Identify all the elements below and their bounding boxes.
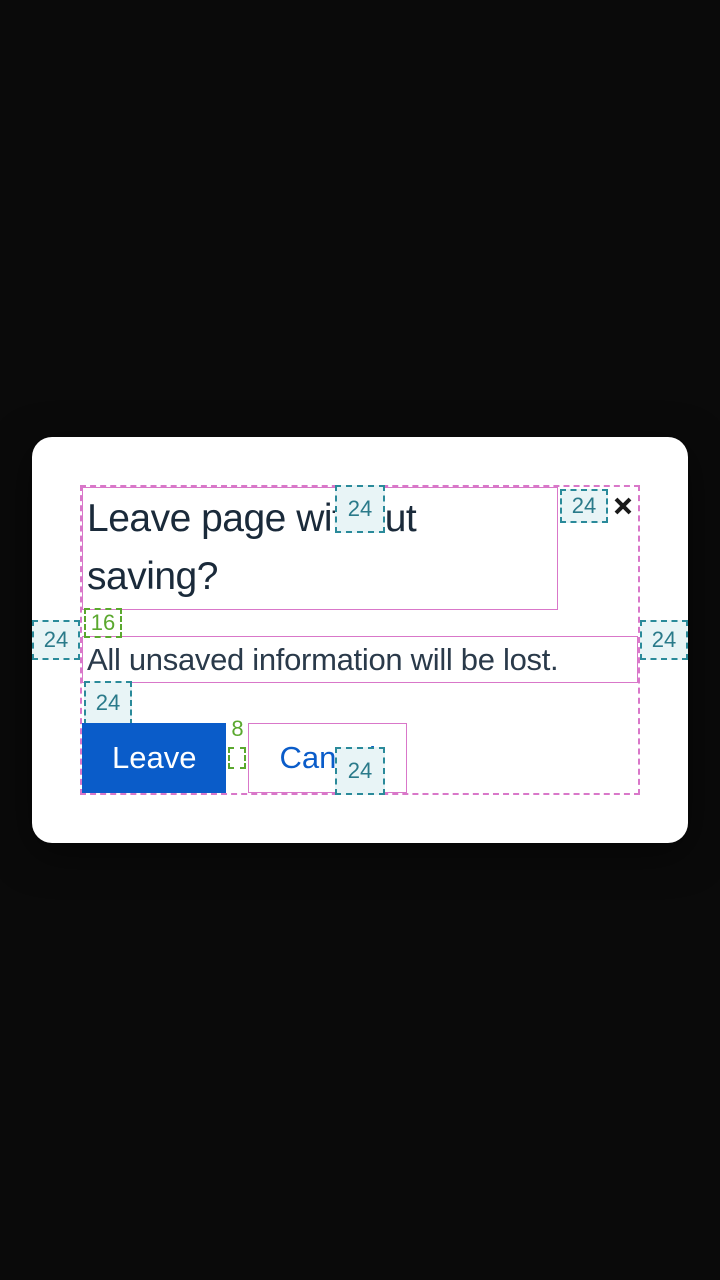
- padding-guide-left: 24: [32, 620, 80, 660]
- modal-body: All unsaved information will be lost.: [87, 638, 633, 681]
- padding-guide-top: 24: [335, 485, 385, 533]
- close-button[interactable]: [610, 493, 636, 519]
- gap-guide-body-buttons: 24: [84, 681, 132, 725]
- gap-value: 8: [231, 716, 243, 742]
- button-gap-guide: 8: [226, 740, 248, 776]
- padding-guide-right: 24: [640, 620, 688, 660]
- close-gap-guide: 24: [560, 489, 608, 523]
- body-container: All unsaved information will be lost.: [82, 636, 638, 683]
- modal-inner: 24 24 24 24 24 Leave page wit: [32, 485, 688, 795]
- padding-value: 24: [652, 627, 676, 653]
- gap-value: 24: [96, 690, 120, 716]
- padding-value: 24: [348, 496, 372, 522]
- padding-value: 24: [44, 627, 68, 653]
- margin-value: 16: [91, 610, 115, 636]
- gap-box-icon: [228, 747, 246, 769]
- padding-guide-bottom: 24: [335, 747, 385, 795]
- leave-button[interactable]: Leave: [82, 723, 226, 793]
- confirmation-modal: 24 24 24 24 24 Leave page wit: [32, 437, 688, 843]
- modal-title: Leave page without saving?: [87, 490, 553, 607]
- margin-guide-title-body: 16: [84, 608, 122, 638]
- close-icon: [611, 494, 635, 518]
- title-container: Leave page without saving?: [82, 487, 558, 610]
- gap-value: 24: [572, 493, 596, 519]
- padding-value: 24: [348, 758, 372, 784]
- close-row: 24: [560, 489, 636, 523]
